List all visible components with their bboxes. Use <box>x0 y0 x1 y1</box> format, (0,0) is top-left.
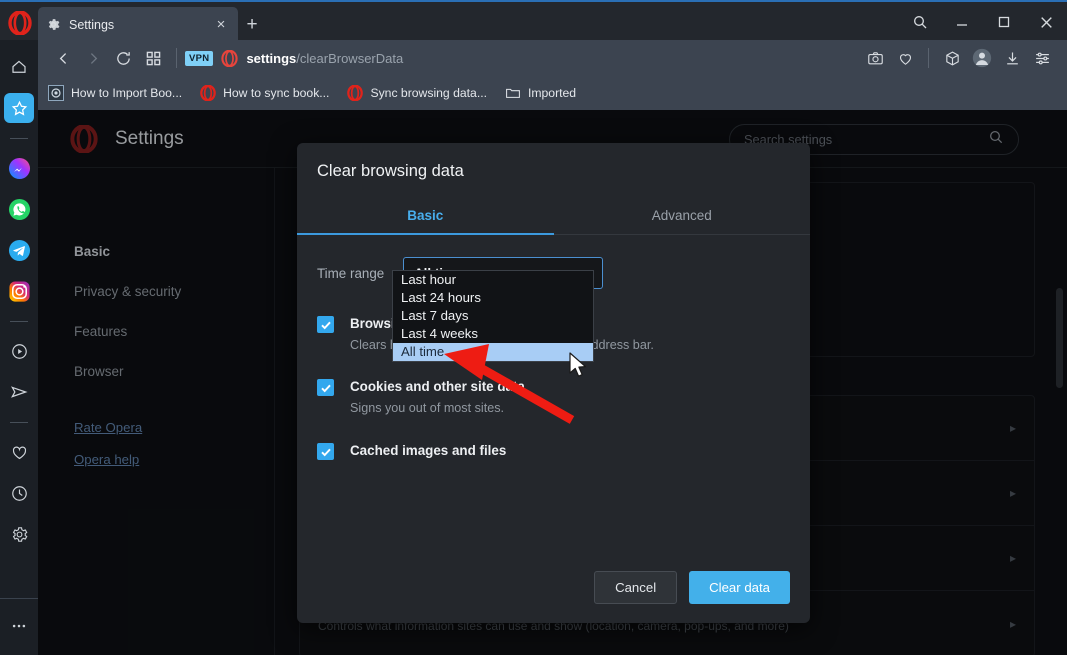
checkbox-cached-images[interactable]: Cached images and files <box>317 442 790 460</box>
window-controls <box>899 2 1067 42</box>
reload-icon[interactable] <box>108 44 138 72</box>
checkbox-texts: Cookies and other site data Signs you ou… <box>350 378 790 415</box>
tab-grid-icon[interactable] <box>138 44 168 72</box>
cube-icon[interactable] <box>937 44 967 72</box>
maximize-icon[interactable] <box>983 2 1025 42</box>
checkbox-checked-icon[interactable] <box>317 443 334 460</box>
checkbox-title: Cached images and files <box>350 443 507 458</box>
bookmark-label: How to Import Boo... <box>71 86 183 100</box>
time-range-label: Time range <box>317 265 385 281</box>
title-bar: Settings × + <box>0 0 1067 42</box>
bookmark-label: How to sync book... <box>223 86 330 100</box>
vpn-badge[interactable]: VPN <box>185 50 214 66</box>
sidebar-item-whatsapp[interactable] <box>4 194 34 224</box>
dialog-footer: Cancel Clear data <box>297 551 810 623</box>
opera-icon <box>221 49 239 67</box>
sidebar-item-player[interactable] <box>4 336 34 366</box>
checkbox-checked-icon[interactable] <box>317 316 334 333</box>
sidebar-item-telegram[interactable] <box>4 235 34 265</box>
clear-browsing-data-dialog: Clear browsing data Basic Advanced Time … <box>297 143 810 623</box>
left-sidebar <box>0 40 38 655</box>
address-path: /clearBrowserData <box>296 50 404 66</box>
tab-basic[interactable]: Basic <box>297 200 554 235</box>
sidebar-item-history[interactable] <box>4 478 34 508</box>
tab-close-icon[interactable]: × <box>212 16 230 34</box>
gear-icon <box>46 17 61 32</box>
browser-tab-settings[interactable]: Settings × <box>38 7 238 42</box>
search-icon[interactable] <box>899 2 941 42</box>
sidebar-item-home[interactable] <box>4 52 34 82</box>
dialog-title: Clear browsing data <box>317 162 464 180</box>
checkbox-texts: Cached images and files <box>350 442 790 460</box>
browser-window: Settings × + VPN settings/clearBrowserDa… <box>0 0 1067 655</box>
opera-logo-icon <box>8 10 32 36</box>
sidebar-item-bookmarks[interactable] <box>4 93 34 123</box>
mouse-cursor <box>569 352 586 377</box>
close-icon[interactable] <box>1025 2 1067 42</box>
cancel-button[interactable]: Cancel <box>594 570 678 604</box>
time-range-dropdown[interactable]: Last hour Last 24 hours Last 7 days Last… <box>392 270 594 362</box>
back-arrow-icon[interactable] <box>48 44 78 72</box>
toolbar-divider <box>176 48 177 68</box>
sidebar-item-send[interactable] <box>4 377 34 407</box>
download-icon[interactable] <box>997 44 1027 72</box>
dropdown-option-last-7-days[interactable]: Last 7 days <box>393 307 593 325</box>
sidebar-item-messenger[interactable] <box>4 153 34 183</box>
dropdown-option-all-time[interactable]: All time <box>393 343 593 361</box>
bookmark-item[interactable]: How to sync book... <box>200 84 330 102</box>
opera-icon <box>200 84 216 102</box>
checkbox-subtitle: Signs you out of most sites. <box>350 401 504 415</box>
sidebar-item-more[interactable] <box>4 611 34 641</box>
sidebar-divider <box>10 422 28 423</box>
dropdown-option-last-24-hours[interactable]: Last 24 hours <box>393 289 593 307</box>
opera-icon <box>347 84 364 102</box>
forward-arrow-icon[interactable] <box>78 44 108 72</box>
tab-advanced[interactable]: Advanced <box>554 200 811 234</box>
bookmark-item[interactable]: Sync browsing data... <box>347 84 487 102</box>
minimize-icon[interactable] <box>941 2 983 42</box>
avatar-icon[interactable] <box>967 44 997 72</box>
navigation-bar: VPN settings/clearBrowserData <box>38 40 1067 76</box>
bookmark-label: Imported <box>527 86 577 100</box>
folder-icon <box>505 85 521 101</box>
bookmark-item[interactable]: How to Import Boo... <box>48 85 182 101</box>
address-host: settings <box>246 50 297 66</box>
sidebar-divider <box>10 138 28 139</box>
sidebar-divider <box>10 321 28 322</box>
toolbar-divider-2 <box>928 48 929 68</box>
sidebar-bottom-divider <box>0 598 38 599</box>
address-bar[interactable]: settings/clearBrowserData <box>246 51 403 66</box>
sidebar-item-favorites[interactable] <box>4 437 34 467</box>
dropdown-option-last-hour[interactable]: Last hour <box>393 271 593 289</box>
clear-data-button[interactable]: Clear data <box>689 570 790 604</box>
checkbox-title: Cookies and other site data <box>350 379 525 394</box>
bookmark-folder[interactable]: Imported <box>505 85 576 101</box>
navbar-right-icons <box>860 44 1057 72</box>
checkbox-checked-icon[interactable] <box>317 379 334 396</box>
sidebar-item-instagram[interactable] <box>4 276 34 306</box>
easy-setup-icon[interactable] <box>1027 44 1057 72</box>
bookmarks-bar: How to Import Boo... How to sync book...… <box>38 76 1067 110</box>
tab-title: Settings <box>69 17 115 32</box>
heart-icon[interactable] <box>890 44 920 72</box>
sidebar-item-settings[interactable] <box>4 519 34 549</box>
picture-icon <box>48 85 64 101</box>
bookmark-label: Sync browsing data... <box>370 86 487 100</box>
camera-icon[interactable] <box>860 44 890 72</box>
checkbox-cookies[interactable]: Cookies and other site data Signs you ou… <box>317 378 790 415</box>
dialog-tabs: Basic Advanced <box>297 200 810 235</box>
new-tab-button[interactable]: + <box>242 15 262 35</box>
dropdown-option-last-4-weeks[interactable]: Last 4 weeks <box>393 325 593 343</box>
